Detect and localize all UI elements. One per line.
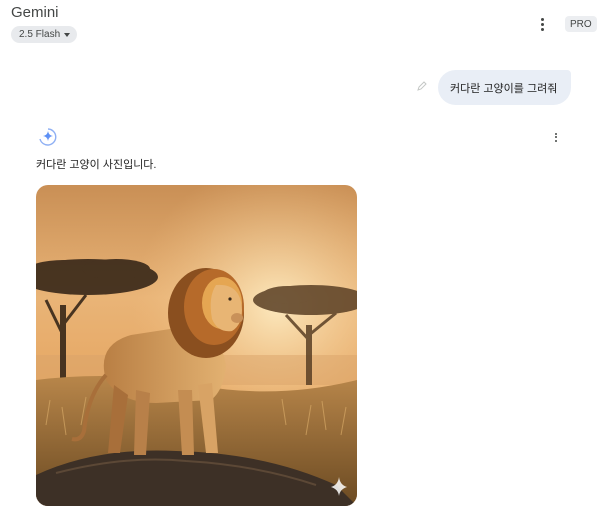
generated-image[interactable] [36,185,357,506]
user-message-text: 커다란 고양이를 그려줘 [450,82,558,95]
response-text: 커다란 고양이 사진입니다. [36,159,157,171]
more-vertical-icon[interactable] [534,14,550,34]
pro-badge[interactable]: PRO [565,16,597,32]
chevron-down-icon [64,32,71,37]
gemini-sparkle-icon [39,128,57,146]
response-more-icon[interactable] [550,130,562,144]
app-title: Gemini [11,4,59,21]
pencil-icon[interactable] [416,80,428,92]
model-label: 2.5 Flash [19,29,61,40]
user-message-bubble: 커다란 고양이를 그려줘 [438,70,572,105]
model-selector[interactable]: 2.5 Flash [11,26,78,43]
